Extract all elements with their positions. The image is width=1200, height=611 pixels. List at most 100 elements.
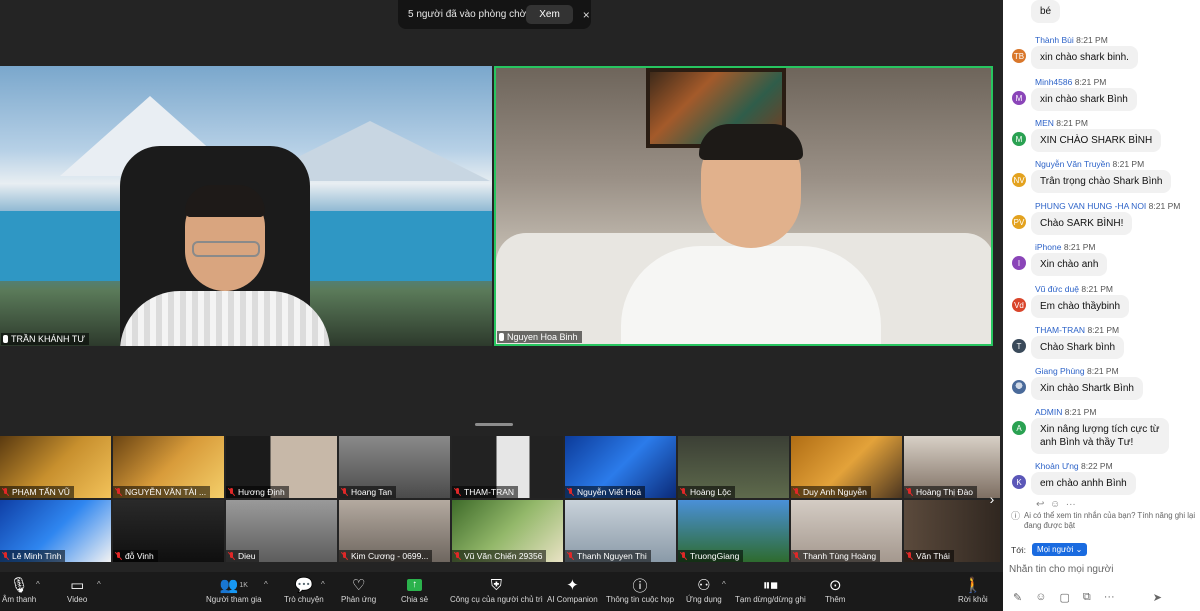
participants-options-chevron-icon[interactable]: ^	[264, 580, 268, 589]
share-label: Chia sẻ	[401, 595, 429, 604]
leave-label: Rời khỏi	[958, 595, 988, 604]
gallery-tile[interactable]: Thanh Tùng Hoàng	[791, 500, 902, 562]
pause-stop-recording-button[interactable]: ⏸⏹ Tạm dừng/dừng ghi	[735, 575, 806, 605]
avatar: K	[1012, 475, 1026, 489]
microphone-muted-icon	[906, 488, 913, 496]
gallery-next-page-icon[interactable]: ›	[985, 490, 999, 508]
close-icon[interactable]: ×	[583, 8, 590, 22]
gallery-tile[interactable]: Hoàng Thị Đào	[904, 436, 1000, 498]
video-options-chevron-icon[interactable]: ^	[97, 580, 101, 589]
avatar: TB	[1012, 49, 1026, 63]
ai-companion-label: AI Companion	[547, 595, 598, 604]
info-icon: ⓘ	[632, 577, 648, 595]
chat-sender-name[interactable]: PHUNG VAN HUNG -HA NOI	[1035, 201, 1146, 211]
chat-recipient-select[interactable]: Mọi người ⌄	[1032, 543, 1088, 556]
gallery-tile[interactable]: Dieu	[226, 500, 337, 562]
format-text-icon[interactable]: ✎	[1013, 591, 1022, 604]
microphone-muted-icon	[567, 552, 574, 560]
video-tile-speaker-2[interactable]: Nguyen Hoa Binh	[494, 66, 993, 346]
gallery-tile[interactable]: Kim Cương - 0699...	[339, 500, 450, 562]
reactions-button[interactable]: ♡ Phản ứng	[341, 575, 376, 604]
shield-icon: ⛨	[490, 576, 503, 594]
avatar	[1012, 380, 1026, 394]
chat-recipient-label: Tới:	[1011, 544, 1027, 555]
gallery-tile[interactable]: Văn Thái	[904, 500, 1000, 562]
share-screen-button[interactable]: ↑ Chia sẻ	[401, 575, 428, 604]
pause-stop-icon: ⏸⏹	[762, 576, 778, 594]
avatar: Vd	[1012, 298, 1026, 312]
more-options-icon[interactable]: ···	[1104, 591, 1115, 604]
chat-sender-name[interactable]: Minh4586	[1035, 77, 1072, 87]
emoji-react-icon[interactable]: ☺	[1050, 499, 1060, 510]
audio-button[interactable]: 🎙 Âm thanh	[2, 575, 36, 604]
screenshot-icon[interactable]: ⧉	[1083, 591, 1091, 604]
avatar: PV	[1012, 215, 1026, 229]
chat-button[interactable]: 💬 Trò chuyện	[284, 575, 324, 604]
video-button[interactable]: ▭ Video	[67, 575, 87, 604]
video-tile-speaker-1[interactable]: TRẦN KHÁNH TƯ	[0, 66, 492, 346]
microphone-muted-icon	[454, 552, 461, 560]
gallery-tile[interactable]: TruongGiang	[678, 500, 789, 562]
chat-sender-name[interactable]: iPhone	[1035, 242, 1061, 252]
participants-icon: 👥	[219, 577, 239, 594]
waiting-room-notice: 5 người đã vào phòng chờ Xem ×	[398, 0, 591, 29]
gallery-tile[interactable]: Lê Minh Tình	[0, 500, 111, 562]
message-actions: ↩ ☺ ···	[1036, 499, 1076, 510]
gallery-tile[interactable]: Thanh Nguyen Thi	[565, 500, 676, 562]
chat-sender-name[interactable]: Nguyễn Văn Truyền	[1035, 159, 1110, 169]
apps-options-chevron-icon[interactable]: ^	[722, 580, 726, 589]
chat-sender-name[interactable]: Giang Phùng	[1035, 366, 1085, 376]
chat-timestamp: 8:21 PM	[1076, 35, 1108, 45]
host-tools-button[interactable]: ⛨ Công cụ của người chủ trì	[450, 575, 543, 605]
send-icon[interactable]: ➤	[1153, 591, 1162, 604]
chat-message-input[interactable]	[1009, 561, 1194, 577]
chat-sender-name[interactable]: THAM-TRAN	[1035, 325, 1085, 335]
chat-message-meta: ADMIN 8:21 PM	[1035, 407, 1096, 417]
microphone-muted-icon	[680, 488, 687, 496]
gallery-tile[interactable]: Duy Anh Nguyễn	[791, 436, 902, 498]
participant-name-tag: Lê Minh Tình	[0, 550, 66, 562]
participant-name-tag: Kim Cương - 0699...	[339, 550, 433, 562]
reply-icon[interactable]: ↩	[1036, 499, 1044, 510]
gallery-tile[interactable]: Hoang Tan	[339, 436, 450, 498]
file-attach-icon[interactable]: ▢	[1059, 591, 1069, 604]
view-waiting-room-button[interactable]: Xem	[526, 5, 573, 24]
meeting-info-button[interactable]: ⓘ Thông tin cuộc họp	[606, 575, 674, 605]
info-icon[interactable]: ⓘ	[1011, 511, 1020, 531]
gallery-tile[interactable]: NGUYỄN VĂN TÀI ...	[113, 436, 224, 498]
gallery-tile[interactable]: Hương Định	[226, 436, 337, 498]
audio-options-chevron-icon[interactable]: ^	[36, 580, 40, 589]
chat-sender-name[interactable]: Vũ đức duệ	[1035, 284, 1079, 294]
chat-sender-name[interactable]: Thành Bùi	[1035, 35, 1074, 45]
chat-message-meta: iPhone 8:21 PM	[1035, 242, 1096, 252]
apps-button[interactable]: ⚇ Ứng dụng	[686, 575, 722, 604]
participant-name: TRẦN KHÁNH TƯ	[11, 334, 86, 344]
chat-sender-name[interactable]: Khoản Ưng	[1035, 461, 1079, 471]
participant-name-tag: Hoang Tan	[339, 486, 396, 498]
ai-companion-button[interactable]: ✦ AI Companion	[547, 575, 598, 604]
gallery-tile[interactable]: PHẠM TẤN VŨ	[0, 436, 111, 498]
gallery-tile[interactable]: Vũ Văn Chiến 29356	[452, 500, 563, 562]
chat-sender-name[interactable]: ADMIN	[1035, 407, 1062, 417]
more-button[interactable]: ⊙ Thêm	[825, 575, 845, 604]
participants-count: 1K	[239, 581, 248, 589]
participants-button[interactable]: 👥 1K Người tham gia	[206, 575, 262, 604]
emoji-icon[interactable]: ☺	[1035, 591, 1046, 604]
chat-timestamp: 8:21 PM	[1056, 118, 1088, 128]
participant-name: TruongGiang	[690, 551, 740, 561]
more-options-icon[interactable]: ···	[1066, 499, 1076, 510]
chat-options-chevron-icon[interactable]: ^	[321, 580, 325, 589]
chat-message-meta: PHUNG VAN HUNG -HA NOI 8:21 PM	[1035, 201, 1180, 211]
gallery-tile[interactable]: Nguyễn Viết Hoá	[565, 436, 676, 498]
leave-meeting-button[interactable]: 🚶 Rời khỏi	[958, 575, 988, 604]
chat-label: Trò chuyện	[284, 595, 324, 604]
gallery-tile[interactable]: đỗ Vinh	[113, 500, 224, 562]
participant-name-tag: TruongGiang	[678, 550, 744, 562]
microphone-muted-icon	[906, 552, 913, 560]
chat-sender-name[interactable]: MEN	[1035, 118, 1054, 128]
chat-message-text: Chào SARK BÌNH!	[1031, 212, 1133, 235]
gallery-tile[interactable]: THAM-TRAN	[452, 436, 563, 498]
gallery-tile[interactable]: Hoàng Lộc	[678, 436, 789, 498]
chat-timestamp: 8:21 PM	[1063, 242, 1096, 252]
gallery-resize-handle[interactable]	[475, 423, 513, 426]
